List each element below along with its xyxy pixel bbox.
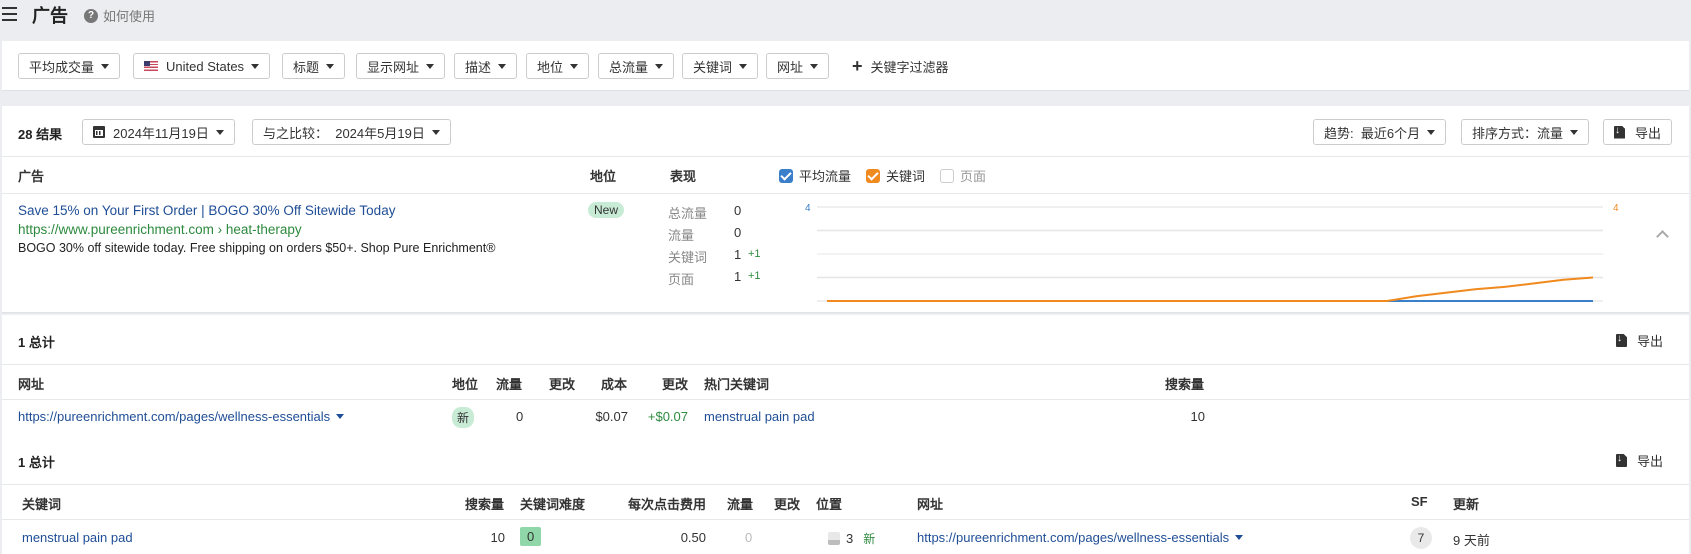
serp-position-icon <box>828 532 840 545</box>
divider <box>2 519 1689 520</box>
filter-label: 网址 <box>777 59 804 75</box>
filter-display-url[interactable]: 显示网址 <box>356 53 446 79</box>
right-axis-max-label: 4 <box>1613 203 1619 214</box>
filter-label: 地位 <box>537 59 564 75</box>
export-icon <box>1616 454 1627 467</box>
keyword-link[interactable]: menstrual pain pad <box>22 530 133 545</box>
traffic-value: 0 <box>745 530 753 545</box>
caret-down-icon <box>810 63 819 69</box>
help-label: 如何使用 <box>103 9 156 24</box>
col-header-traffic: 流量 <box>496 377 523 392</box>
cost-value: $0.07 <box>595 409 628 424</box>
section-divider <box>2 312 1689 315</box>
col-header-url: 网址 <box>18 377 45 392</box>
col-header-cpc: 每次点击费用 <box>628 497 707 512</box>
keyword-url-link[interactable]: https://pureenrichment.com/pages/wellnes… <box>917 530 1244 545</box>
col-header-volume: 搜索量 <box>1165 377 1205 392</box>
plus-icon: + <box>852 56 863 76</box>
divider <box>2 399 1689 400</box>
col-header-cost-change: 更改 <box>662 377 689 392</box>
filter-keywords[interactable]: 关键词 <box>682 53 759 79</box>
col-header-kd: 关键词难度 <box>520 497 586 512</box>
col-header-url: 网址 <box>917 497 944 512</box>
traffic-value: 0 <box>516 409 524 424</box>
caret-down-icon <box>101 63 110 69</box>
caret-down-icon <box>426 63 435 69</box>
filter-label: 关键词 <box>693 59 733 75</box>
caret-down-icon[interactable] <box>1235 535 1244 540</box>
menu-icon[interactable] <box>2 7 17 21</box>
divider <box>2 484 1689 485</box>
updated-value: 9 天前 <box>1453 533 1490 548</box>
position-number: 3 <box>846 531 854 546</box>
col-header-change: 更改 <box>774 497 801 512</box>
volume-value: 10 <box>490 530 505 545</box>
caret-down-icon <box>570 63 579 69</box>
filter-total-traffic[interactable]: 总流量 <box>598 53 675 79</box>
pages-total-count: 1 总计 <box>18 335 55 350</box>
col-header-traffic-change: 更改 <box>549 377 576 392</box>
kd-badge: 0 <box>520 527 542 546</box>
filter-bar: 平均成交量 United States 标题 显示网址 描述 地位 总流量 关键… <box>2 41 1689 91</box>
top-bar: 广告 ? 如何使用 <box>0 0 1691 40</box>
filter-label: 总流量 <box>609 59 649 75</box>
top-keyword-link[interactable]: menstrual pain pad <box>704 409 815 424</box>
col-header-updated: 更新 <box>1453 497 1480 512</box>
col-header-volume: 搜索量 <box>465 497 505 512</box>
main-panel: 28 结果 2024年11月19日 与之比较： 2024年5月19日 趋势: 最… <box>2 106 1689 554</box>
caret-down-icon <box>655 63 664 69</box>
filter-label: 显示网址 <box>367 59 420 75</box>
caret-down-icon <box>251 63 260 69</box>
position-value: 3新 <box>828 530 875 547</box>
us-flag-icon <box>144 61 158 71</box>
keywords-total-count: 1 总计 <box>18 455 55 470</box>
trend-chart: 44 <box>805 203 1619 302</box>
col-header-traffic: 流量 <box>727 497 754 512</box>
col-header-cost: 成本 <box>601 377 628 392</box>
filter-url[interactable]: 网址 <box>766 53 830 79</box>
sf-badge: 7 <box>1410 527 1432 549</box>
caret-down-icon <box>498 63 507 69</box>
position-badge-new: 新 <box>452 407 475 428</box>
caret-down-icon <box>739 63 748 69</box>
collapse-chevron-up-icon[interactable] <box>1656 228 1670 242</box>
col-header-keyword: 关键词 <box>22 497 62 512</box>
pages-export-button[interactable]: 导出 <box>1616 331 1663 350</box>
filter-country[interactable]: United States <box>133 53 271 79</box>
col-header-position: 地位 <box>452 377 479 392</box>
col-header-sf: SF <box>1411 494 1428 509</box>
filter-title[interactable]: 标题 <box>282 53 346 79</box>
add-filter-label: 关键字过滤器 <box>870 59 949 75</box>
export-label: 导出 <box>1637 454 1664 469</box>
help-link[interactable]: ? 如何使用 <box>84 6 155 25</box>
divider <box>2 364 1689 365</box>
position-change: 新 <box>863 532 876 546</box>
export-icon <box>1616 334 1627 347</box>
left-axis-max-label: 4 <box>805 203 811 214</box>
url-text: https://pureenrichment.com/pages/wellnes… <box>18 409 331 424</box>
keywords-export-button[interactable]: 导出 <box>1616 451 1663 470</box>
cost-change-value: +$0.07 <box>647 409 688 424</box>
filter-avg-volume[interactable]: 平均成交量 <box>18 53 121 79</box>
col-header-position: 位置 <box>816 497 843 512</box>
filter-label: 描述 <box>465 59 492 75</box>
series-line-keywords <box>827 276 1594 302</box>
question-icon: ? <box>84 8 98 23</box>
url-text: https://pureenrichment.com/pages/wellnes… <box>917 530 1230 545</box>
volume-value: 10 <box>1190 409 1205 424</box>
col-header-top-keyword: 热门关键词 <box>704 377 770 392</box>
filter-label: United States <box>166 58 245 74</box>
cpc-value: 0.50 <box>680 530 706 545</box>
page-url-link[interactable]: https://pureenrichment.com/pages/wellnes… <box>18 409 345 424</box>
filter-label: 平均成交量 <box>29 59 95 75</box>
filter-label: 标题 <box>293 59 320 75</box>
caret-down-icon[interactable] <box>336 414 345 419</box>
caret-down-icon <box>326 63 335 69</box>
add-keyword-filter-button[interactable]: + 关键字过滤器 <box>852 53 949 79</box>
filter-description[interactable]: 描述 <box>454 53 518 79</box>
filter-position[interactable]: 地位 <box>526 53 590 79</box>
page-title: 广告 <box>32 6 68 26</box>
export-label: 导出 <box>1637 334 1664 349</box>
